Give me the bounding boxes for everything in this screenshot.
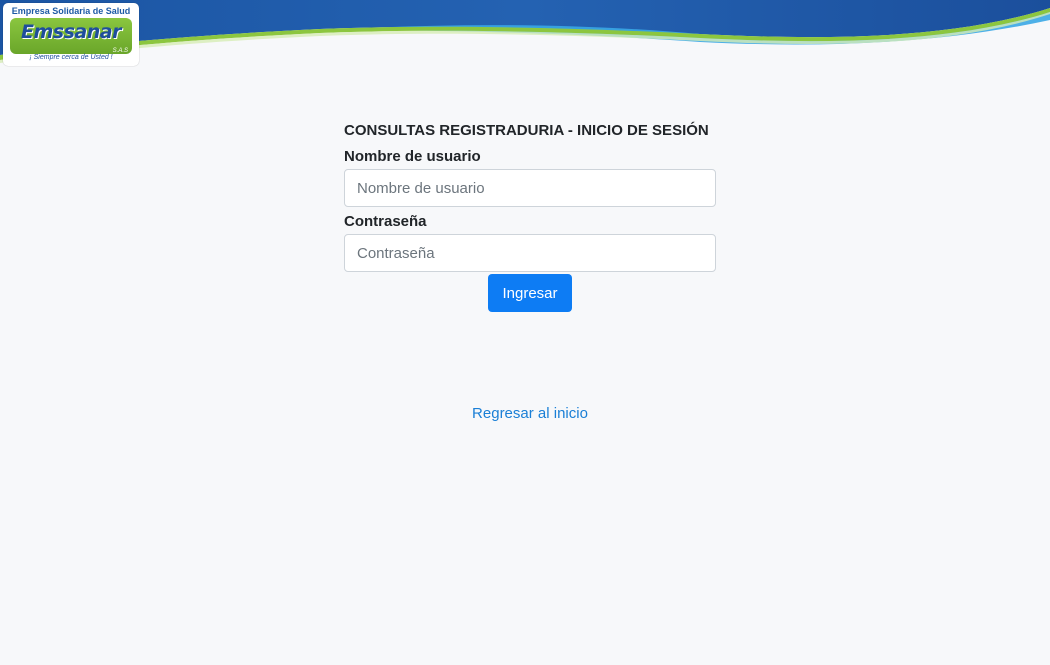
login-form: CONSULTAS REGISTRADURIA - INICIO DE SESI…: [344, 122, 716, 312]
logo-company-type: Empresa Solidaria de Salud: [11, 6, 131, 16]
header-banner: Empresa Solidaria de Salud Emssanar S.A.…: [0, 0, 1050, 70]
username-input[interactable]: [344, 169, 716, 207]
logo-wordmark: Emssanar: [21, 21, 121, 43]
header-wave-graphic: [0, 0, 1050, 63]
password-input[interactable]: [344, 234, 716, 272]
submit-row: Ingresar: [344, 274, 716, 312]
page-title: CONSULTAS REGISTRADURIA - INICIO DE SESI…: [344, 122, 709, 139]
login-button[interactable]: Ingresar: [488, 274, 572, 312]
password-label: Contraseña: [344, 213, 427, 230]
logo-wordmark-box: Emssanar S.A.S: [10, 18, 132, 54]
logo-slogan: ¡ Siempre cerca de Usted !: [29, 54, 113, 61]
username-label: Nombre de usuario: [344, 148, 481, 165]
company-logo: Empresa Solidaria de Salud Emssanar S.A.…: [3, 3, 139, 66]
back-to-home-link[interactable]: Regresar al inicio: [344, 405, 716, 422]
